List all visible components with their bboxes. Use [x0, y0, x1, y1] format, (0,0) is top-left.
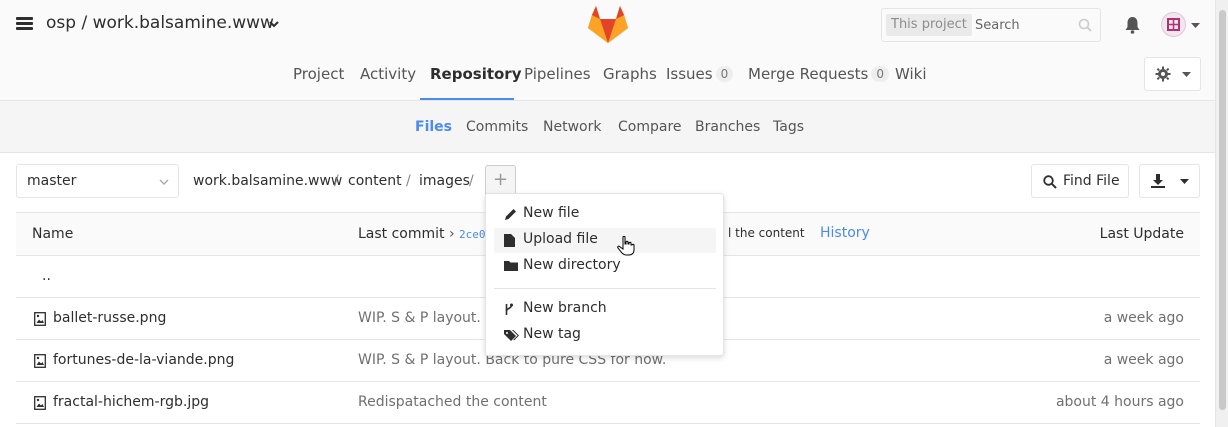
column-header-last-update: Last Update [1099, 226, 1184, 242]
subtab-branches[interactable]: Branches [695, 101, 760, 153]
issues-count-badge: 0 [715, 66, 734, 82]
folder-icon [504, 261, 518, 271]
file-icon [504, 234, 515, 247]
gear-icon [1155, 66, 1171, 82]
column-header-name: Name [32, 226, 74, 242]
column-header-last-commit: Last commit › 2ce07 [358, 226, 492, 242]
menu-item-new-directory[interactable]: New directory [494, 254, 716, 279]
repository-subnav: Files Commits Network Compare Branches T… [0, 101, 1215, 153]
breadcrumb-separator: / [406, 173, 411, 189]
tab-merge-requests[interactable]: Merge Requests 0 [748, 50, 889, 100]
search-input[interactable] [975, 14, 1075, 36]
avatar-pattern-icon [1167, 18, 1180, 31]
subtab-network[interactable]: Network [543, 101, 601, 153]
history-link[interactable]: History [820, 225, 870, 241]
file-name-link[interactable]: ballet-russe.png [53, 310, 166, 326]
image-file-icon [34, 354, 46, 368]
tab-wiki[interactable]: Wiki [895, 50, 927, 100]
user-avatar[interactable] [1161, 12, 1186, 37]
menu-item-upload-file[interactable]: Upload file [494, 228, 716, 253]
menu-icon[interactable] [16, 17, 33, 31]
menu-item-new-branch[interactable]: New branch [494, 297, 716, 322]
breadcrumb-images[interactable]: images [419, 173, 470, 189]
tab-pipelines[interactable]: Pipelines [524, 50, 591, 100]
project-nav: Project Activity Repository Pipelines Gr… [0, 50, 1215, 101]
breadcrumb-separator: / [469, 173, 474, 189]
menu-item-label: Upload file [523, 231, 598, 247]
project-title[interactable]: osp / work.balsamine.www [46, 13, 274, 33]
add-to-tree-dropdown: New file Upload file New directory New b… [485, 193, 724, 356]
subtab-files[interactable]: Files [415, 101, 452, 153]
search-icon [1043, 175, 1057, 189]
file-name-link[interactable]: fortunes-de-la-viande.png [53, 352, 234, 368]
page-scrollbar[interactable] [1215, 0, 1228, 427]
chevron-down-icon[interactable] [269, 21, 279, 28]
breadcrumb-content[interactable]: content [348, 173, 402, 189]
parent-dir-link[interactable]: .. [42, 268, 51, 284]
last-commit-label: Last commit [358, 226, 445, 242]
subtab-tags[interactable]: Tags [773, 101, 804, 153]
image-file-icon [34, 312, 46, 326]
bell-icon[interactable] [1124, 16, 1141, 34]
download-icon [1151, 174, 1165, 188]
tab-repository[interactable]: Repository [420, 50, 522, 100]
subtab-compare[interactable]: Compare [618, 101, 682, 153]
pencil-icon [505, 209, 516, 220]
hand-cursor-icon [617, 236, 635, 256]
caret-down-icon [1180, 179, 1189, 184]
find-file-label: Find File [1063, 173, 1120, 189]
chevron-right-icon: › [448, 226, 455, 242]
breadcrumb-root[interactable]: work.balsamine.www [193, 173, 342, 189]
chevron-down-icon [159, 179, 169, 185]
menu-item-label: New directory [523, 257, 621, 273]
download-dropdown-button[interactable] [1139, 164, 1200, 198]
tab-graphs[interactable]: Graphs [603, 50, 657, 100]
search-icon [1078, 18, 1092, 32]
merge-requests-count-badge: 0 [871, 66, 889, 82]
menu-item-label: New branch [523, 300, 607, 316]
menu-item-new-tag[interactable]: New tag [494, 323, 716, 348]
settings-dropdown-button[interactable] [1144, 57, 1201, 91]
commit-message-link[interactable]: Redispatached the content [358, 394, 547, 410]
search-scope-badge: This project [886, 14, 972, 36]
tab-merge-requests-label: Merge Requests [748, 65, 869, 83]
find-file-button[interactable]: Find File [1031, 164, 1129, 198]
menu-item-new-file[interactable]: New file [494, 202, 716, 227]
file-name-link[interactable]: fractal-hichem-rgb.jpg [53, 394, 209, 410]
branch-select[interactable]: master [16, 164, 179, 198]
subtab-commits[interactable]: Commits [466, 101, 528, 153]
scrollbar-thumb[interactable] [1219, 10, 1226, 410]
breadcrumb-separator: / [334, 173, 339, 189]
tags-icon [504, 330, 519, 341]
commit-message-link[interactable]: WIP. S & P layout. Ba [358, 310, 504, 326]
last-update-time: about 4 hours ago [1055, 394, 1184, 410]
caret-down-icon [1182, 72, 1191, 77]
tab-project[interactable]: Project [293, 50, 344, 100]
code-fork-icon [505, 303, 513, 315]
tab-issues-label: Issues [666, 65, 713, 83]
last-commit-message[interactable]: l the content [728, 226, 805, 240]
table-row: fractal-hichem-rgb.jpg Redispatached the… [16, 382, 1200, 424]
tab-issues[interactable]: Issues 0 [666, 50, 734, 100]
menu-divider [494, 288, 716, 289]
menu-item-label: New file [523, 205, 580, 221]
gitlab-logo[interactable] [588, 6, 628, 43]
search-box[interactable]: This project [881, 8, 1101, 42]
tab-activity[interactable]: Activity [360, 50, 416, 100]
branch-select-value: master [27, 173, 77, 189]
image-file-icon [34, 396, 46, 410]
caret-down-icon[interactable] [1191, 23, 1200, 28]
top-header: osp / work.balsamine.www This project [0, 0, 1215, 50]
last-update-time: a week ago [1103, 352, 1184, 368]
add-to-tree-button[interactable]: + [485, 165, 516, 196]
menu-item-label: New tag [523, 326, 581, 342]
last-update-time: a week ago [1103, 310, 1184, 326]
